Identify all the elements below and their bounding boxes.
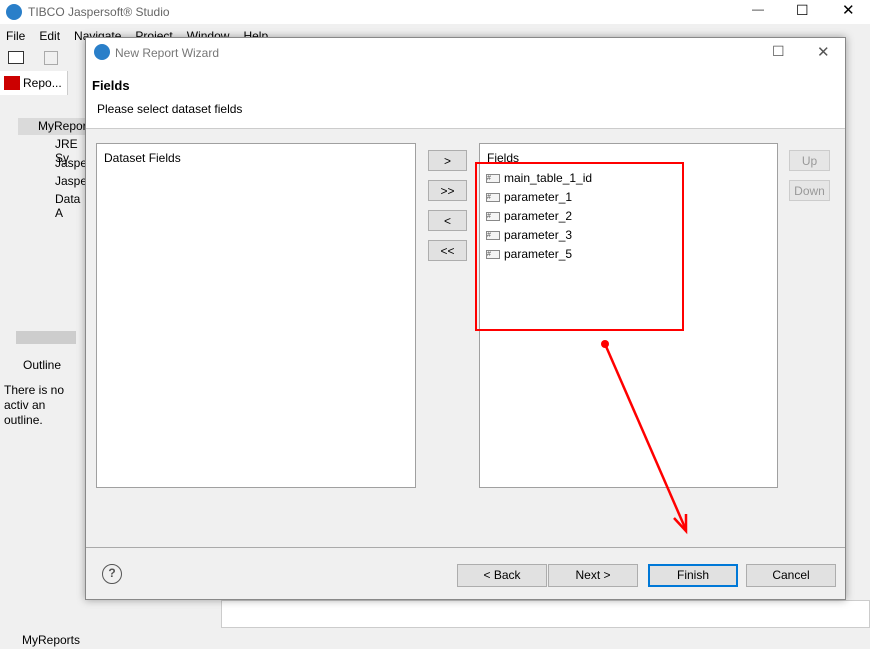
annotation-arrow [601,340,688,535]
annotation-arrow-line [603,343,688,531]
